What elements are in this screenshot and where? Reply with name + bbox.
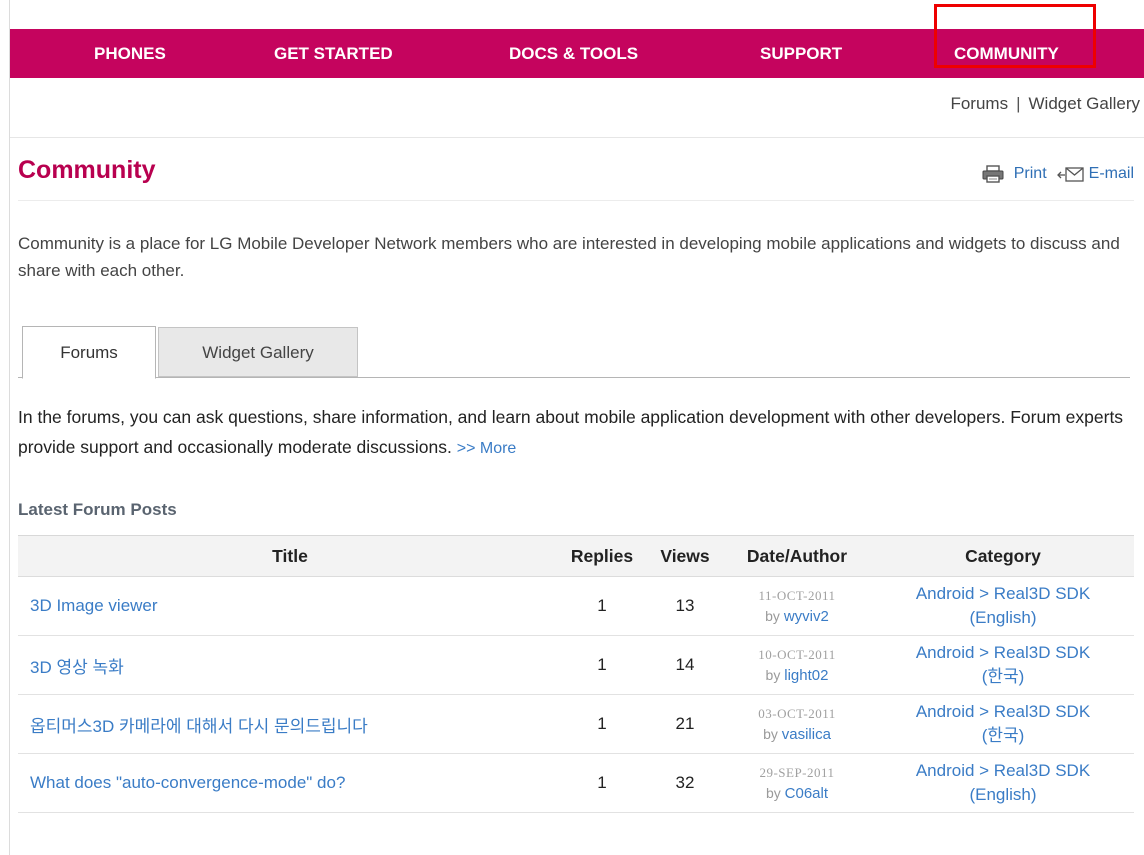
post-date: 11-OCT-2011 (758, 587, 836, 603)
latest-posts-table: Title Replies Views Date/Author Category… (18, 535, 1134, 813)
nav-docs-tools[interactable]: DOCS & TOOLS (509, 29, 638, 78)
post-replies: 1 (597, 596, 607, 615)
post-date-author: 10-OCT-2011 by light02 (730, 636, 864, 694)
subnav-forums-link[interactable]: Forums (950, 94, 1008, 113)
post-date: 10-OCT-2011 (758, 646, 836, 662)
forum-description-text: In the forums, you can ask questions, sh… (18, 407, 1124, 457)
table-row: What does "auto-convergence-mode" do? 1 … (18, 754, 1134, 813)
post-author-link[interactable]: vasilica (782, 726, 831, 743)
nav-phones[interactable]: PHONES (94, 29, 166, 78)
column-category: Category (965, 546, 1041, 566)
latest-posts-heading: Latest Forum Posts (18, 500, 177, 519)
post-date-author: 03-OCT-2011 by vasilica (730, 695, 864, 753)
category-language: (한국) (981, 667, 1025, 686)
title-divider (18, 200, 1134, 201)
category-path: Android > Real3D SDK (915, 702, 1091, 721)
column-title: Title (272, 546, 308, 566)
post-replies: 1 (597, 714, 607, 733)
intro-text: Community is a place for LG Mobile Devel… (18, 234, 1120, 280)
post-views: 32 (675, 773, 695, 792)
category-language: (English) (969, 608, 1037, 627)
category-path: Android > Real3D SDK (915, 584, 1091, 603)
category-language: (한국) (981, 726, 1025, 745)
post-title-link[interactable]: 3D Image viewer (30, 577, 550, 635)
post-title-link[interactable]: 3D 영상 녹화 (30, 636, 550, 694)
post-author-line: by wyviv2 (765, 606, 829, 627)
envelope-icon (1056, 165, 1085, 183)
subnav-separator: | (1016, 94, 1021, 113)
post-replies: 1 (597, 773, 607, 792)
column-views: Views (660, 546, 710, 566)
by-label: by (765, 607, 780, 624)
more-link[interactable]: >> More (457, 440, 517, 457)
print-label: Print (1013, 165, 1047, 182)
post-author-link[interactable]: C06alt (785, 785, 828, 802)
column-date-author: Date/Author (746, 546, 848, 566)
post-author-line: by light02 (766, 665, 829, 686)
post-author-link[interactable]: light02 (784, 667, 828, 684)
category-path: Android > Real3D SDK (915, 643, 1091, 662)
post-category-link[interactable]: Android > Real3D SDK (English) (876, 577, 1130, 635)
post-category-link[interactable]: Android > Real3D SDK (English) (876, 754, 1130, 812)
email-button[interactable]: E-mail (1056, 165, 1134, 183)
by-label: by (765, 784, 781, 801)
post-author-line: by C06alt (766, 783, 828, 804)
post-views: 13 (675, 596, 695, 615)
tab-bar: Forums Widget Gallery (18, 326, 1130, 379)
table-row: 3D 영상 녹화 1 14 10-OCT-2011 by light02 And… (18, 636, 1134, 695)
post-author-link[interactable]: wyviv2 (784, 608, 829, 625)
post-views: 14 (675, 655, 695, 674)
printer-icon (982, 165, 1004, 183)
post-views: 21 (675, 714, 695, 733)
forum-description: In the forums, you can ask questions, sh… (18, 402, 1133, 464)
column-replies: Replies (570, 546, 634, 566)
post-category-link[interactable]: Android > Real3D SDK (한국) (876, 636, 1130, 694)
email-label: E-mail (1088, 165, 1134, 182)
tab-widget-gallery[interactable]: Widget Gallery (158, 327, 358, 377)
post-date: 03-OCT-2011 (758, 705, 836, 721)
post-author-line: by vasilica (763, 724, 831, 745)
page-frame-edge (0, 0, 10, 855)
table-row: 3D Image viewer 1 13 11-OCT-2011 by wyvi… (18, 577, 1134, 636)
table-row: 옵티머스3D 카메라에 대해서 다시 문의드립니다 1 21 03-OCT-20… (18, 695, 1134, 754)
subnav-links: Forums | Widget Gallery (950, 94, 1140, 114)
by-label: by (765, 666, 781, 683)
category-language: (English) (969, 785, 1037, 804)
highlight-box (934, 4, 1096, 68)
by-label: by (763, 725, 778, 742)
post-date-author: 29-SEP-2011 by C06alt (730, 754, 864, 812)
page-tools: Print E-mail (982, 165, 1134, 183)
post-date: 29-SEP-2011 (759, 764, 835, 780)
print-button[interactable]: Print (982, 165, 1047, 183)
subnav-widget-gallery-link[interactable]: Widget Gallery (1029, 94, 1140, 113)
nav-support[interactable]: SUPPORT (760, 29, 842, 78)
table-header: Title Replies Views Date/Author Category (18, 535, 1134, 577)
tab-forums[interactable]: Forums (22, 326, 156, 379)
category-path: Android > Real3D SDK (915, 761, 1091, 780)
post-date-author: 11-OCT-2011 by wyviv2 (730, 577, 864, 635)
post-replies: 1 (597, 655, 607, 674)
post-title-link[interactable]: 옵티머스3D 카메라에 대해서 다시 문의드립니다 (30, 695, 550, 753)
page-title: Community (18, 156, 156, 184)
post-title-link[interactable]: What does "auto-convergence-mode" do? (30, 754, 550, 812)
nav-get-started[interactable]: GET STARTED (274, 29, 393, 78)
post-category-link[interactable]: Android > Real3D SDK (한국) (876, 695, 1130, 753)
sub-navigation: Forums | Widget Gallery (10, 78, 1144, 138)
